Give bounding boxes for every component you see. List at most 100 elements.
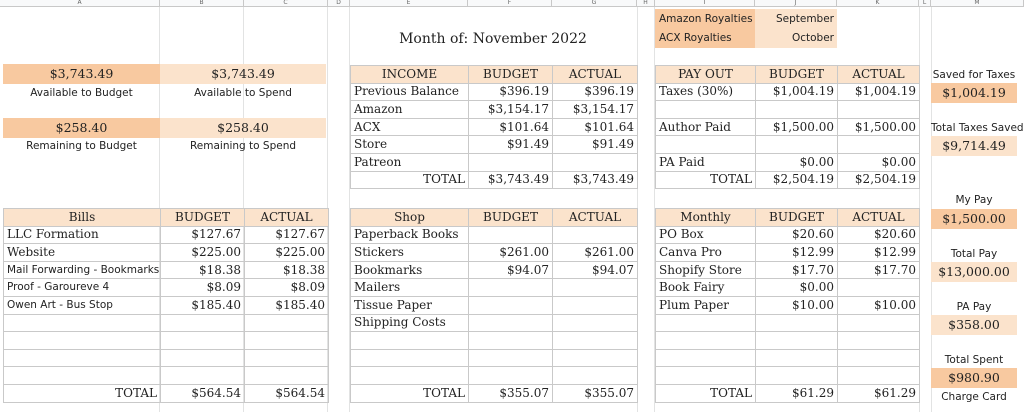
acx-royalties-label[interactable]: ACX Royalties	[655, 29, 755, 48]
income-budget-cell[interactable]: $3,154.17	[468, 100, 553, 119]
bill-item-label[interactable]: LLC Formation	[3, 225, 161, 245]
monthly-budget-cell[interactable]	[755, 366, 838, 385]
column-header-j[interactable]: J	[755, 0, 837, 6]
budget-header[interactable]: BUDGET	[160, 208, 245, 227]
income-budget-total[interactable]: $3,743.49	[468, 170, 553, 190]
total-label[interactable]: TOTAL	[350, 383, 469, 403]
shop-actual-cell[interactable]	[552, 348, 638, 368]
bill-budget-cell[interactable]	[160, 313, 245, 333]
monthly-actual-cell[interactable]	[837, 366, 920, 385]
available-to-budget-value[interactable]: $3,743.49	[3, 64, 160, 84]
income-header[interactable]: INCOME	[350, 65, 469, 84]
column-header-l[interactable]: L	[919, 0, 931, 6]
bill-actual-cell[interactable]: $8.09	[244, 278, 329, 297]
bills-header[interactable]: Bills	[3, 208, 161, 227]
monthly-actual-cell[interactable]	[837, 278, 920, 297]
payout-budget-cell[interactable]: $0.00	[755, 152, 838, 172]
shop-actual-cell[interactable]	[552, 295, 638, 315]
actual-header[interactable]: ACTUAL	[837, 208, 920, 227]
bill-actual-cell[interactable]	[244, 348, 329, 368]
page-title[interactable]: Month of: November 2022	[380, 29, 606, 49]
monthly-header[interactable]: Monthly	[655, 208, 756, 227]
payout-item-label[interactable]	[655, 135, 756, 154]
payout-item-label[interactable]: Taxes (30%)	[655, 82, 756, 102]
payout-budget-cell[interactable]: $1,500.00	[755, 117, 838, 137]
bill-item-label[interactable]	[3, 366, 161, 385]
payout-item-label[interactable]	[655, 100, 756, 119]
shop-item-label[interactable]	[350, 331, 469, 350]
bill-budget-cell[interactable]	[160, 348, 245, 368]
bill-item-label[interactable]: Website	[3, 243, 161, 262]
monthly-budget-cell[interactable]: $0.00	[755, 278, 838, 297]
shop-item-label[interactable]: Bookmarks	[350, 260, 469, 280]
bill-item-label[interactable]: Owen Art - Bus Stop	[3, 295, 161, 315]
total-taxes-saved-value[interactable]: $9,714.49	[931, 136, 1017, 156]
shop-budget-cell[interactable]	[468, 278, 553, 297]
bill-budget-cell[interactable]: $8.09	[160, 278, 245, 297]
income-item-label[interactable]: Previous Balance	[350, 82, 469, 102]
column-header-d[interactable]: D	[328, 0, 350, 6]
shop-budget-cell[interactable]: $261.00	[468, 243, 553, 262]
shop-item-label[interactable]: Shipping Costs	[350, 313, 469, 333]
column-header-b[interactable]: B	[160, 0, 244, 6]
my-pay-value[interactable]: $1,500.00	[931, 209, 1017, 229]
total-pay-value[interactable]: $13,000.00	[931, 262, 1017, 282]
shop-actual-cell[interactable]	[552, 331, 638, 350]
monthly-item-label[interactable]	[655, 313, 756, 333]
budget-header[interactable]: BUDGET	[468, 208, 553, 227]
shop-budget-cell[interactable]	[468, 225, 553, 245]
total-label[interactable]: TOTAL	[3, 383, 161, 403]
shop-actual-cell[interactable]	[552, 225, 638, 245]
actual-header[interactable]: ACTUAL	[552, 208, 638, 227]
bill-actual-cell[interactable]: $185.40	[244, 295, 329, 315]
income-actual-total[interactable]: $3,743.49	[552, 170, 638, 190]
monthly-budget-total[interactable]: $61.29	[755, 383, 838, 403]
shop-budget-cell[interactable]	[468, 313, 553, 333]
actual-header[interactable]: ACTUAL	[837, 65, 920, 84]
income-actual-cell[interactable]: $91.49	[552, 135, 638, 154]
budget-header[interactable]: BUDGET	[468, 65, 553, 84]
amazon-royalties-label[interactable]: Amazon Royalties	[655, 9, 755, 29]
saved-for-taxes-value[interactable]: $1,004.19	[931, 83, 1017, 103]
bill-actual-cell[interactable]: $225.00	[244, 243, 329, 262]
shop-item-label[interactable]	[350, 348, 469, 368]
amazon-royalties-month[interactable]: September	[755, 9, 837, 29]
actual-header[interactable]: ACTUAL	[244, 208, 329, 227]
total-label[interactable]: TOTAL	[655, 170, 756, 190]
budget-header[interactable]: BUDGET	[755, 65, 838, 84]
monthly-actual-total[interactable]: $61.29	[837, 383, 920, 403]
income-item-label[interactable]: Patreon	[350, 152, 469, 172]
income-actual-cell[interactable]: $101.64	[552, 117, 638, 137]
remaining-to-budget-value[interactable]: $258.40	[3, 118, 160, 138]
income-budget-cell[interactable]: $101.64	[468, 117, 553, 137]
bill-item-label[interactable]	[3, 313, 161, 333]
monthly-actual-cell[interactable]: $17.70	[837, 260, 920, 280]
bill-actual-cell[interactable]: $18.38	[244, 260, 329, 280]
monthly-budget-cell[interactable]	[755, 313, 838, 333]
bill-budget-cell[interactable]: $185.40	[160, 295, 245, 315]
monthly-budget-cell[interactable]: $12.99	[755, 243, 838, 262]
monthly-budget-cell[interactable]: $20.60	[755, 225, 838, 245]
bill-item-label[interactable]	[3, 348, 161, 368]
bills-budget-total[interactable]: $564.54	[160, 383, 245, 403]
bill-actual-cell[interactable]	[244, 331, 329, 350]
monthly-budget-cell[interactable]	[755, 348, 838, 368]
shop-actual-cell[interactable]: $94.07	[552, 260, 638, 280]
acx-royalties-month[interactable]: October	[755, 29, 837, 48]
monthly-actual-cell[interactable]: $12.99	[837, 243, 920, 262]
shop-actual-cell[interactable]	[552, 313, 638, 333]
budget-header[interactable]: BUDGET	[755, 208, 838, 227]
bill-budget-cell[interactable]: $127.67	[160, 225, 245, 245]
total-spent-value[interactable]: $980.90	[931, 368, 1017, 388]
column-header-e[interactable]: E	[350, 0, 468, 6]
monthly-actual-cell[interactable]	[837, 313, 920, 333]
bill-budget-cell[interactable]: $18.38	[160, 260, 245, 280]
shop-budget-total[interactable]: $355.07	[468, 383, 553, 403]
monthly-budget-cell[interactable]: $10.00	[755, 295, 838, 315]
income-item-label[interactable]: ACX	[350, 117, 469, 137]
actual-header[interactable]: ACTUAL	[552, 65, 638, 84]
bill-budget-cell[interactable]	[160, 366, 245, 385]
monthly-actual-cell[interactable]: $10.00	[837, 295, 920, 315]
shop-actual-cell[interactable]: $261.00	[552, 243, 638, 262]
monthly-item-label[interactable]	[655, 331, 756, 350]
